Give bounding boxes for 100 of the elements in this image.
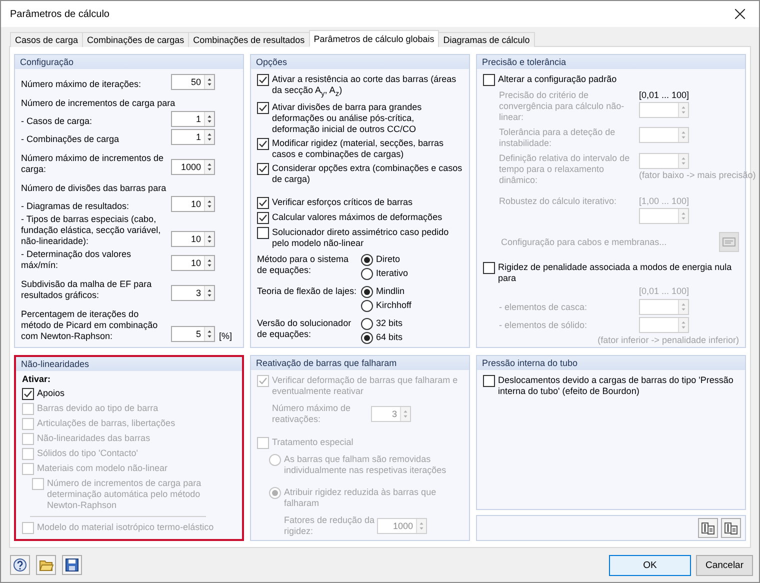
tab[interactable]: Casos de carga (10, 32, 84, 48)
label: Número máximo de iterações: (21, 79, 142, 90)
spin-box[interactable]: 10 (171, 196, 215, 212)
label: Modificar rigidez (material, secções, barras casos e combinações de cargas) (272, 138, 445, 160)
label: Apoios (37, 388, 65, 400)
spin-box[interactable]: 5 (171, 326, 215, 342)
label: Precisão do critério de convergência para cálculo não-linear: (499, 90, 626, 124)
label: Kirchhoff (376, 300, 412, 312)
label: Definição relativa do intervalo de tempo para o relaxamento dinâmico: (499, 153, 631, 186)
label: Robustez do cálculo iterativo: (499, 196, 618, 208)
unit-label: [%] (219, 331, 234, 342)
label: - Tipos de barras especiais (cabo, fundação elástica, secção variável, não-linearidade): (21, 214, 162, 248)
label: Número de incrementos de carga para determinação automática pelo método Newton-Raphson (47, 478, 202, 512)
radio-button[interactable] (361, 332, 373, 344)
label: Modelo do material isotrópico termo-elástico (37, 522, 214, 534)
label: Tolerância para a deteção de instabilidade: (499, 127, 616, 150)
checkbox[interactable] (257, 102, 269, 114)
help-icon (13, 558, 27, 572)
spinner-icon[interactable] (204, 112, 214, 126)
label: Percentagem de iterações do método de Picard em combinação com Newton-Raphson: (21, 309, 159, 342)
radio-button[interactable] (361, 254, 373, 266)
panel-title: Precisão e tolerância (477, 55, 745, 70)
tab[interactable]: Diagramas de cálculo (438, 32, 535, 48)
label: Alterar a configuração padrão (498, 74, 617, 86)
label: Mindlin (376, 286, 405, 298)
label: Número de incrementos de carga para (21, 98, 176, 110)
spinner-icon[interactable] (204, 160, 214, 174)
save-button[interactable] (62, 555, 82, 576)
label: Ativar: (22, 374, 52, 386)
label: Verificar deformação de barras que falharam e eventualmente reativar (272, 375, 459, 398)
note: (fator baixo -> mais precisão) (639, 170, 756, 182)
checkbox[interactable] (483, 74, 495, 86)
note: (fator inferior -> penalidade inferior) (598, 335, 739, 346)
tab[interactable]: Combinações de cargas (82, 32, 190, 48)
spinner-icon[interactable] (204, 75, 214, 90)
label: Fatores de redução da rigidez: (284, 515, 376, 538)
radio-button[interactable] (361, 286, 373, 298)
spin-box[interactable]: 1 (171, 111, 215, 128)
label: Teoria de flexão de lajes: (257, 286, 358, 298)
spinner-icon[interactable] (204, 286, 214, 300)
checkbox[interactable] (483, 262, 495, 274)
label: Tratamento especial (272, 437, 354, 448)
checkbox[interactable] (257, 163, 269, 176)
label: Atribuir rigidez reduzida às barras que falharam (284, 487, 438, 510)
panel-title: Pressão interna do tubo (477, 356, 745, 370)
checkbox[interactable] (257, 197, 269, 210)
label: - Combinações de carga (21, 134, 120, 146)
export-button[interactable] (721, 518, 741, 538)
radio-button[interactable] (361, 268, 373, 280)
label: Método para o sistema de equações: (257, 254, 350, 276)
checkbox[interactable] (257, 212, 269, 224)
checkbox[interactable] (483, 375, 495, 388)
radio-button[interactable] (361, 300, 373, 312)
label: Articulações de barras, libertações (37, 418, 176, 430)
label: - Diagramas de resultados: (21, 201, 130, 212)
label: - Casos de carga: (21, 116, 94, 128)
checkbox[interactable] (257, 138, 269, 150)
spinner-icon[interactable] (204, 130, 214, 144)
label: Ativar a resistência ao corte das barras (áreas da secção A$_{y}$, A$_{z}$) (272, 74, 458, 100)
label: Verificar esforços críticos de barras (272, 197, 413, 208)
dialog-button[interactable]: Cancelar (696, 554, 753, 576)
checkbox[interactable] (257, 74, 269, 86)
label: Rigidez de penalidade associada a modos de energia nula para (498, 262, 733, 284)
label: As barras que falham são removidas individualmente nas respetivas iterações (284, 454, 448, 476)
label: Deslocamentos devido a cargas de barras do tipo 'Pressão interna do tubo' (efeito de Bourdon) (498, 375, 734, 398)
spinner-icon[interactable] (204, 197, 214, 212)
spinner-icon[interactable] (204, 256, 214, 270)
label: Materiais com modelo não-linear (37, 463, 168, 474)
spin-box[interactable]: 1 (171, 129, 215, 146)
close-icon (735, 9, 745, 20)
label: Não-linearidades das barras (37, 433, 150, 444)
table-icon (701, 521, 715, 536)
spin-box[interactable]: 1000 (171, 159, 215, 176)
label: Número máximo de incrementos de carga: (21, 153, 165, 176)
label: Número de divisões das barras para (21, 183, 168, 194)
radio-button[interactable] (361, 318, 373, 330)
dialog-button[interactable]: OK (609, 554, 691, 576)
open-button[interactable] (36, 555, 56, 576)
tab[interactable]: Parâmetros de cálculo globais (308, 30, 440, 48)
spinner-icon[interactable] (204, 232, 214, 246)
spin-box[interactable]: 10 (171, 255, 215, 272)
label: Subdivisão da malha de EF para resultados gráficos: (21, 279, 153, 302)
import-button[interactable] (698, 518, 718, 538)
range-label: [1,00 ... 100] (639, 196, 690, 208)
checkbox[interactable] (22, 388, 34, 400)
panel-title: Não-linearidades (16, 357, 242, 372)
range-label: [0,01 ... 100] (639, 90, 690, 102)
spin-box[interactable]: 3 (171, 285, 215, 302)
label: Considerar opções extra (combinações e casos de carga) (272, 163, 463, 186)
help-button[interactable] (10, 555, 30, 576)
tab[interactable]: Combinações de resultados (188, 32, 310, 48)
table-icon (724, 521, 738, 536)
checkbox[interactable] (257, 227, 269, 240)
panel-title: Configuração (15, 55, 243, 70)
spin-box[interactable]: 10 (171, 231, 215, 248)
spin-box[interactable]: 50 (171, 74, 215, 90)
label: - elementos de casca: (499, 302, 588, 313)
label: Iterativo (376, 268, 408, 280)
label: Barras devido ao tipo de barra (37, 403, 158, 414)
spinner-icon[interactable] (204, 327, 214, 342)
